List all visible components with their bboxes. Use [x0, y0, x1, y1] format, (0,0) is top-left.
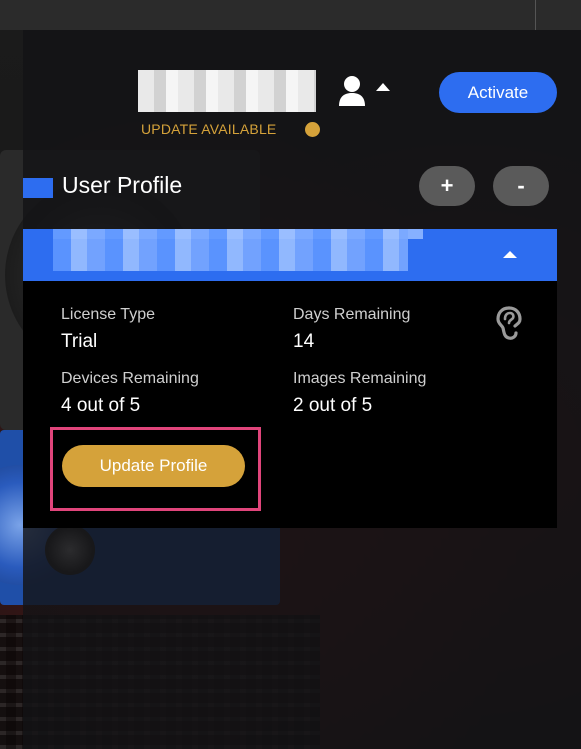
update-status-dot [305, 122, 320, 137]
update-profile-button[interactable]: Update Profile [62, 445, 245, 487]
top-toolbar-strip [0, 0, 581, 31]
section-marker [23, 178, 53, 198]
license-type-value: Trial [61, 331, 98, 352]
profile-header-bar[interactable] [23, 229, 557, 281]
caret-up-icon[interactable] [376, 83, 390, 91]
images-remaining-label: Images Remaining [293, 370, 427, 387]
user-icon[interactable] [337, 74, 367, 108]
devices-remaining-label: Devices Remaining [61, 370, 199, 387]
blurred-user-name [138, 70, 316, 112]
blurred-profile-name [53, 229, 408, 271]
add-profile-button[interactable]: + [419, 166, 475, 206]
section-title: User Profile [62, 172, 183, 198]
remove-profile-button[interactable]: - [493, 166, 549, 206]
images-remaining-value: 2 out of 5 [293, 395, 373, 416]
update-available-label[interactable]: UPDATE AVAILABLE [141, 121, 276, 137]
days-remaining-value: 14 [293, 331, 315, 352]
activate-button[interactable]: Activate [439, 72, 557, 113]
help-ear-icon[interactable] [496, 306, 522, 340]
toolbar-divider [535, 0, 536, 30]
collapse-caret-icon[interactable] [503, 251, 517, 258]
days-remaining-label: Days Remaining [293, 306, 411, 323]
devices-remaining-value: 4 out of 5 [61, 395, 141, 416]
license-type-label: License Type [61, 306, 155, 323]
